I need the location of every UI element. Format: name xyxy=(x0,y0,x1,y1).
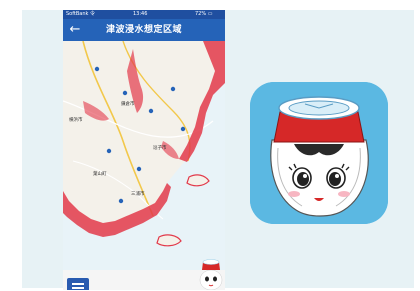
status-battery: 72% ▭ xyxy=(195,11,213,17)
map-place-label: 葉山町 xyxy=(93,172,107,177)
app-title: 津波浸水想定区域 xyxy=(105,25,182,35)
mascot-app-icon[interactable] xyxy=(250,82,388,224)
map-place-label: 横浜市 xyxy=(69,118,83,123)
map-view[interactable]: 横浜市 鎌倉市 逗子市 葉山町 三浦市 xyxy=(63,41,225,270)
status-time: 13:46 xyxy=(133,11,148,17)
map-place-label: 鎌倉市 xyxy=(121,102,135,107)
app-header: ← 津波浸水想定区域 xyxy=(63,19,225,41)
hamburger-menu-icon[interactable] xyxy=(67,278,89,290)
map-place-label: 逗子市 xyxy=(153,146,167,151)
back-arrow-icon[interactable]: ← xyxy=(67,21,83,39)
phone-screenshot: SoftBank 令 13:46 72% ▭ ← 津波浸水想定区域 横浜市 鎌倉… xyxy=(63,10,225,290)
map-canvas xyxy=(63,41,225,270)
map-place-label: 三浦市 xyxy=(131,192,145,197)
status-bar: SoftBank 令 13:46 72% ▭ xyxy=(63,10,225,19)
mascot-character-icon[interactable] xyxy=(197,258,225,290)
status-carrier: SoftBank 令 xyxy=(66,11,96,17)
mascot-face-icon xyxy=(250,82,388,224)
